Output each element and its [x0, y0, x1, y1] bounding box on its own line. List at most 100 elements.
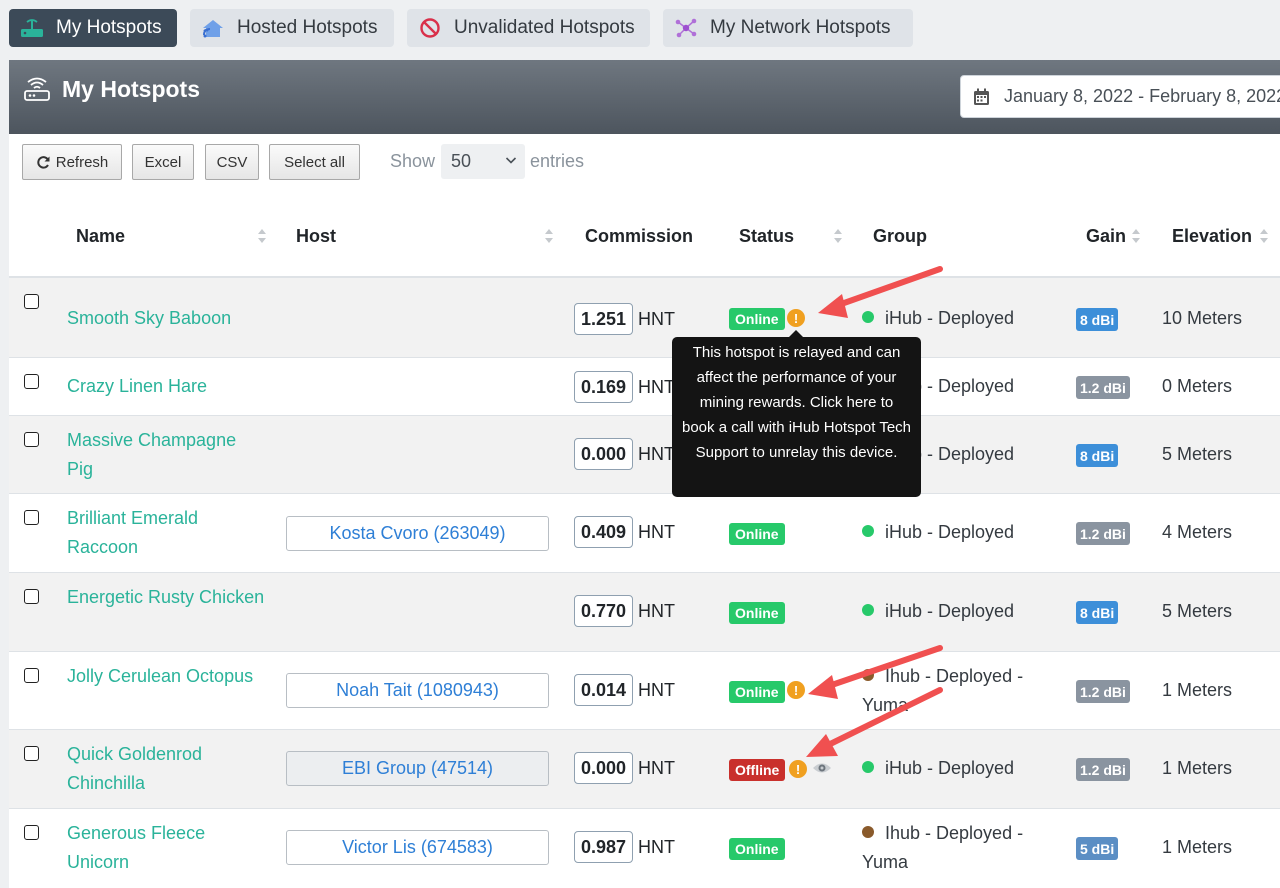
hotspot-name-link[interactable]: Energetic Rusty Chicken [67, 583, 267, 612]
select-all-button[interactable]: Select all [269, 144, 360, 180]
hotspot-name-link[interactable]: Brilliant Emerald Raccoon [67, 504, 267, 561]
commission-value: 0.014 [574, 674, 634, 706]
card-header: My Hotspots January 8, 2022 - February 8… [9, 60, 1280, 134]
select-all-label: Select all [284, 153, 345, 171]
hotspot-name-link[interactable]: Massive Champagne Pig [67, 426, 267, 483]
commission-unit: HNT [638, 757, 676, 778]
tab-hosted-hotspots-label: Hosted Hotspots [237, 17, 378, 38]
commission-cell: 0.987 HNT [574, 831, 675, 863]
entries-select-value: 50 [451, 151, 472, 171]
group-cell: Ihub - Deployed - Yuma [862, 662, 1052, 719]
chevron-down-icon [505, 154, 517, 166]
group-dot-icon [862, 604, 874, 616]
warning-icon[interactable]: ! [787, 681, 805, 699]
hotspot-name-link[interactable]: Crazy Linen Hare [67, 372, 267, 401]
commission-unit: HNT [638, 308, 676, 329]
elevation-cell: 5 Meters [1162, 601, 1233, 621]
commission-cell: 0.014 HNT [574, 674, 675, 706]
group-dot-icon [862, 311, 874, 323]
hotspot-name-link[interactable]: Smooth Sky Baboon [67, 304, 267, 333]
column-header-status[interactable]: Status [739, 226, 794, 247]
warning-icon[interactable]: ! [787, 309, 805, 327]
gain-badge: 1.2 dBi [1076, 376, 1130, 399]
gain-badge: 1.2 dBi [1076, 758, 1130, 781]
elevation-cell: 10 Meters [1162, 308, 1243, 328]
sort-icon[interactable] [544, 226, 554, 246]
eye-icon[interactable] [812, 761, 832, 775]
refresh-button[interactable]: Refresh [22, 144, 122, 180]
group-dot-icon [862, 826, 874, 838]
entries-select[interactable]: 50 [441, 144, 525, 179]
group-cell: iHub - Deployed [862, 754, 1052, 783]
commission-value: 0.000 [574, 752, 634, 784]
host-button[interactable]: Kosta Cvoro (263049) [286, 516, 549, 551]
relay-tooltip[interactable]: This hotspot is relayed and can affect t… [672, 330, 921, 497]
group-cell: iHub - Deployed [862, 597, 1052, 626]
gain-badge: 8 dBi [1076, 601, 1119, 624]
commission-cell: 0.409 HNT [574, 516, 675, 548]
table-row: Smooth Sky Baboon 1.251 HNT Online ! iHub… [9, 278, 1280, 358]
commission-unit: HNT [638, 521, 676, 542]
gain-badge: 8 dBi [1076, 308, 1119, 331]
csv-button[interactable]: CSV [205, 144, 259, 180]
row-checkbox[interactable] [24, 746, 39, 761]
show-label: Show [390, 151, 436, 171]
row-checkbox[interactable] [24, 668, 39, 683]
tab-unvalidated-hotspots[interactable]: Unvalidated Hotspots [407, 9, 650, 47]
commission-value: 0.169 [574, 371, 634, 403]
table-row: Energetic Rusty Chicken 0.770 HNT Online … [9, 573, 1280, 652]
group-label: iHub - Deployed [885, 308, 1015, 328]
commission-unit: HNT [638, 443, 676, 464]
hotspot-name-link[interactable]: Generous Fleece Unicorn [67, 819, 267, 876]
group-label: iHub - Deployed [885, 601, 1015, 621]
host-button[interactable]: Victor Lis (674583) [286, 830, 549, 865]
date-range-picker[interactable]: January 8, 2022 - February 8, 2022 [960, 75, 1280, 118]
sort-icon[interactable] [257, 226, 267, 246]
column-header-gain[interactable]: Gain [1086, 226, 1126, 247]
commission-unit: HNT [638, 376, 676, 397]
tab-my-network-hotspots[interactable]: My Network Hotspots [663, 9, 913, 47]
ban-icon [417, 17, 443, 39]
hotspot-name-link[interactable]: Quick Goldenrod Chinchilla [67, 740, 267, 797]
commission-value: 0.409 [574, 516, 634, 548]
row-checkbox[interactable] [24, 374, 39, 389]
status-badge: Online [729, 681, 785, 703]
column-header-name[interactable]: Name [76, 226, 125, 247]
table-row: Massive Champagne Pig 0.000 HNT iHub - De… [9, 416, 1280, 494]
row-checkbox[interactable] [24, 510, 39, 525]
group-dot-icon [862, 761, 874, 773]
elevation-cell: 4 Meters [1162, 522, 1233, 542]
refresh-icon [36, 155, 51, 170]
tab-hosted-hotspots[interactable]: Hosted Hotspots [190, 9, 394, 47]
hotspots-card: My Hotspots January 8, 2022 - February 8… [9, 60, 1280, 888]
sort-icon[interactable] [833, 226, 843, 246]
group-label: Ihub - Deployed - Yuma [862, 666, 1024, 715]
warning-icon[interactable]: ! [789, 760, 807, 778]
tab-my-network-hotspots-label: My Network Hotspots [710, 17, 891, 38]
commission-unit: HNT [638, 679, 676, 700]
column-header-commission[interactable]: Commission [585, 226, 693, 247]
row-checkbox[interactable] [24, 432, 39, 447]
table-row: Generous Fleece Unicorn Victor Lis (6745… [9, 809, 1280, 888]
table-row: Crazy Linen Hare 0.169 HNT iHub - Deploye… [9, 358, 1280, 416]
column-header-group[interactable]: Group [873, 226, 927, 247]
commission-value: 0.770 [574, 595, 634, 627]
elevation-cell: 1 Meters [1162, 680, 1233, 700]
column-header-host[interactable]: Host [296, 226, 336, 247]
commission-unit: HNT [638, 600, 676, 621]
hotspot-name-link[interactable]: Jolly Cerulean Octopus [67, 662, 267, 691]
tab-my-hotspots[interactable]: My Hotspots [9, 9, 177, 47]
column-header-elevation[interactable]: Elevation [1172, 226, 1252, 247]
calendar-icon [973, 88, 990, 106]
sort-icon[interactable] [1259, 226, 1269, 246]
card-title: My Hotspots [23, 74, 200, 104]
refresh-label: Refresh [55, 153, 109, 171]
host-button[interactable]: Noah Tait (1080943) [286, 673, 549, 708]
row-checkbox[interactable] [24, 294, 39, 309]
host-button[interactable]: EBI Group (47514) [286, 751, 549, 786]
row-checkbox[interactable] [24, 589, 39, 604]
sort-icon[interactable] [1131, 226, 1141, 246]
row-checkbox[interactable] [24, 825, 39, 840]
excel-button[interactable]: Excel [132, 144, 194, 180]
group-dot-icon [862, 525, 874, 537]
